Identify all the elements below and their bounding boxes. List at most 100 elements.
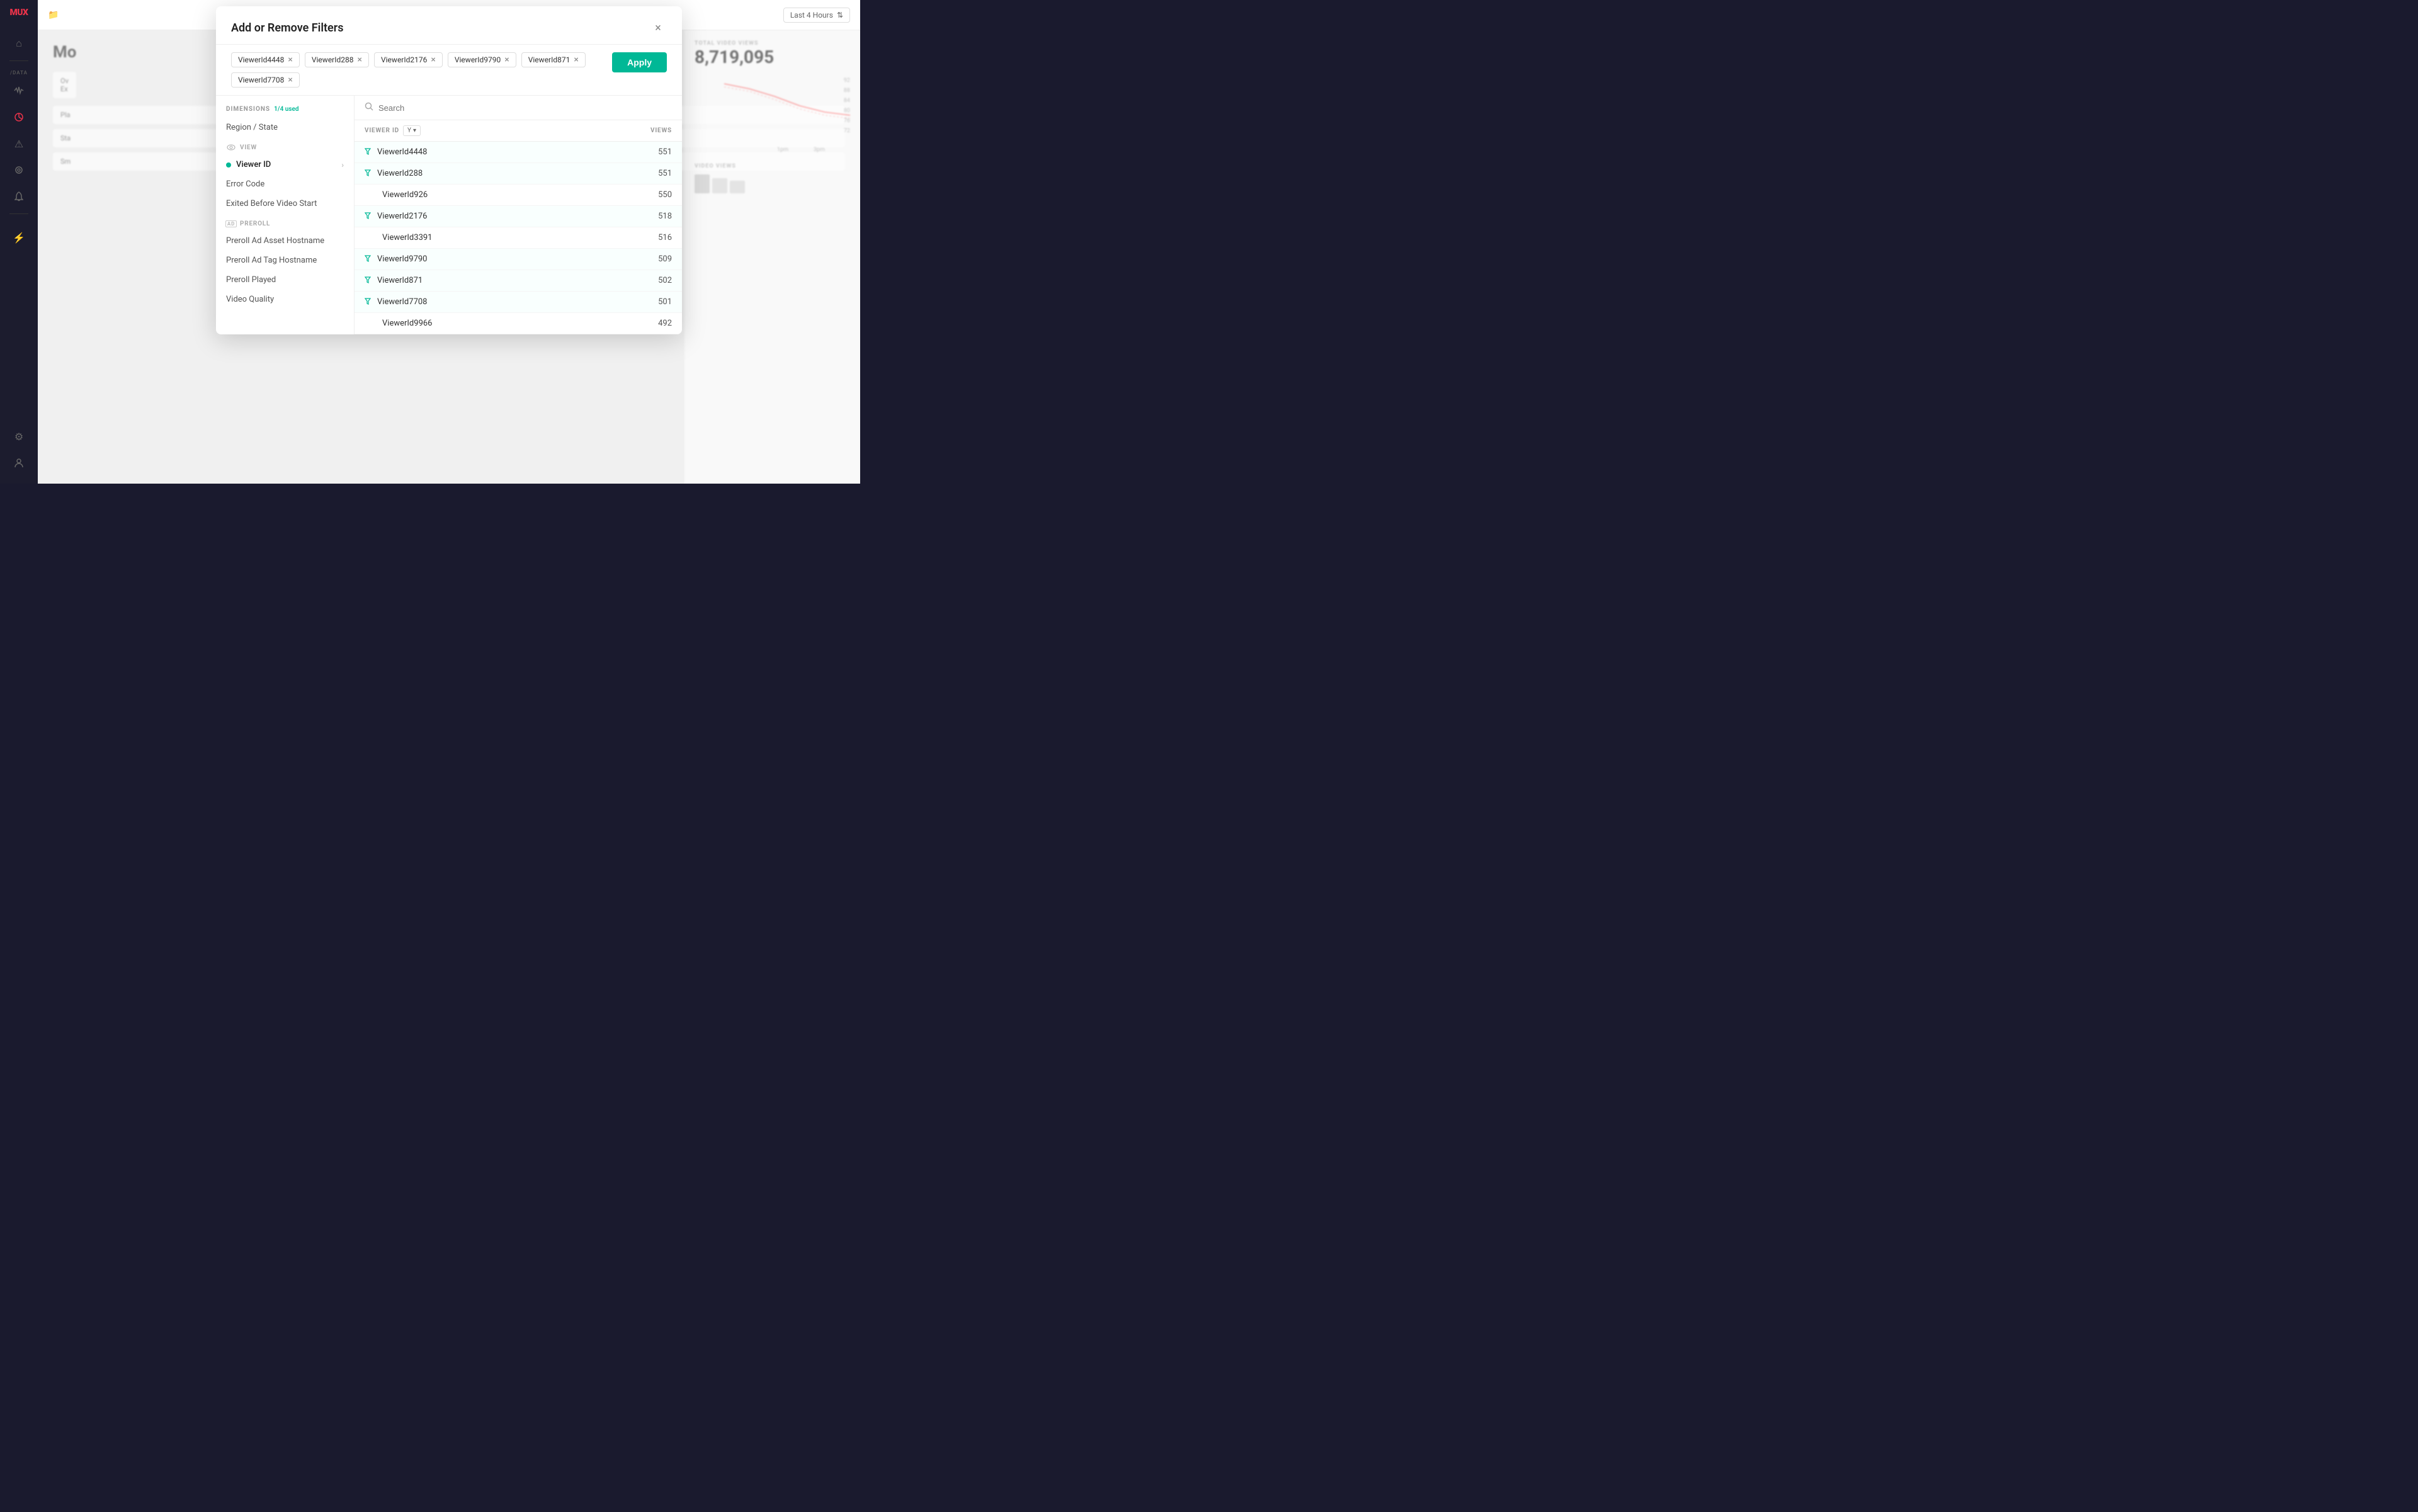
modal-close-button[interactable]: × (649, 19, 667, 37)
row-name: ViewerId871 (377, 276, 658, 285)
modal-title: Add or Remove Filters (231, 21, 343, 35)
row-views: 509 (658, 254, 672, 264)
filter-tag-4[interactable]: ViewerId9790 × (448, 52, 516, 67)
dimensions-used: 1/4 used (274, 106, 298, 113)
dim-section-preroll: AD PREROLL (216, 213, 354, 231)
filter-tag-5-remove[interactable]: × (574, 55, 578, 64)
sidebar-item-alerts[interactable]: ⚠ (8, 132, 30, 155)
row-views: 502 (658, 276, 672, 285)
sidebar-item-pulse[interactable] (8, 79, 30, 102)
sidebar-item-lightning[interactable]: ⚡ (8, 226, 30, 249)
table-row[interactable]: ViewerId2176 518 (355, 206, 682, 227)
filter-tag-2-remove[interactable]: × (358, 55, 362, 64)
filter-tag-5[interactable]: ViewerId871 × (521, 52, 586, 67)
dim-section-view: VIEW (216, 137, 354, 155)
filter-tag-1-label: ViewerId4448 (238, 55, 284, 64)
sidebar-item-home[interactable]: ⌂ (8, 32, 30, 55)
dim-item-viewer-id[interactable]: Viewer ID › (216, 155, 354, 174)
filter-tag-3[interactable]: ViewerId2176 × (374, 52, 443, 67)
modal-body: DIMENSIONS 1/4 used Region / State VIEW (216, 96, 682, 334)
filter-tag-4-label: ViewerId9790 (455, 55, 501, 64)
row-name: ViewerId7708 (377, 297, 658, 307)
dimensions-pane: DIMENSIONS 1/4 used Region / State VIEW (216, 96, 355, 334)
row-views: 550 (658, 190, 672, 200)
data-pane: VIEWER ID Y ▾ VIEWS (355, 96, 682, 334)
row-name: ViewerId288 (377, 169, 658, 178)
dim-item-video-quality-label: Video Quality (226, 295, 274, 304)
row-name: ViewerId3391 (382, 233, 658, 242)
data-table-header: VIEWER ID Y ▾ VIEWS (355, 120, 682, 142)
row-filter-icon (365, 212, 372, 221)
search-input[interactable] (378, 103, 672, 113)
dim-item-error-code-label: Error Code (226, 179, 264, 189)
dimensions-label: DIMENSIONS (226, 106, 270, 113)
row-name: ViewerId9790 (377, 254, 658, 264)
dim-item-preroll-hostname[interactable]: Preroll Ad Asset Hostname (216, 231, 354, 251)
row-filter-icon (365, 276, 372, 285)
filter-tag-3-remove[interactable]: × (431, 55, 435, 64)
filter-tag-4-remove[interactable]: × (504, 55, 509, 64)
row-name: ViewerId9966 (382, 319, 658, 328)
row-views: 551 (658, 147, 672, 157)
col-viewer-id-label: VIEWER ID (365, 127, 399, 134)
dim-item-error-code[interactable]: Error Code (216, 174, 354, 194)
row-views: 551 (658, 169, 672, 178)
sidebar-item-user[interactable] (8, 452, 30, 474)
table-row[interactable]: ViewerId9790 509 (355, 249, 682, 270)
dim-item-preroll-played-label: Preroll Played (226, 275, 276, 285)
dim-item-preroll-tag-label: Preroll Ad Tag Hostname (226, 256, 317, 265)
sidebar-item-monitor[interactable] (8, 159, 30, 181)
row-views: 516 (658, 233, 672, 242)
row-filter-icon (365, 148, 372, 157)
filter-badge[interactable]: Y ▾ (403, 125, 421, 136)
filter-tag-6-label: ViewerId7708 (238, 76, 284, 84)
filter-modal: Add or Remove Filters × ViewerId4448 × V… (216, 6, 682, 334)
dim-item-exited-before[interactable]: Exited Before Video Start (216, 194, 354, 213)
view-section-icon (226, 142, 236, 152)
dim-section-view-label: VIEW (240, 144, 257, 151)
app-logo[interactable]: MUX (9, 8, 28, 18)
filter-tag-5-label: ViewerId871 (528, 55, 570, 64)
sidebar-item-settings[interactable]: ⚙ (8, 425, 30, 448)
preroll-section-icon: AD (226, 219, 236, 229)
sidebar: MUX ⌂ /DATA ⚠ ⚡ ⚙ (0, 0, 38, 484)
table-row[interactable]: ViewerId9966 492 (355, 313, 682, 334)
dim-item-preroll-tag[interactable]: Preroll Ad Tag Hostname (216, 251, 354, 270)
modal-header: Add or Remove Filters × (216, 6, 682, 45)
table-row[interactable]: ViewerId3391 516 (355, 227, 682, 249)
row-views: 492 (658, 319, 672, 328)
row-filter-icon (365, 255, 372, 264)
dim-item-viewer-id-label: Viewer ID (236, 160, 271, 169)
filter-tag-1[interactable]: ViewerId4448 × (231, 52, 300, 67)
filter-tag-6-remove[interactable]: × (288, 76, 292, 84)
dim-item-preroll-played[interactable]: Preroll Played (216, 270, 354, 290)
dimensions-header: DIMENSIONS 1/4 used (216, 103, 354, 118)
filter-tag-6[interactable]: ViewerId7708 × (231, 72, 300, 88)
sidebar-item-analytics[interactable] (8, 106, 30, 128)
table-row[interactable]: ViewerId926 550 (355, 185, 682, 206)
sidebar-divider-1 (9, 60, 28, 61)
sidebar-divider-2 (9, 213, 28, 214)
table-row[interactable]: ViewerId7708 501 (355, 292, 682, 313)
dim-item-viewer-id-arrow: › (341, 161, 344, 169)
table-row[interactable]: ViewerId871 502 (355, 270, 682, 292)
filter-tag-2[interactable]: ViewerId288 × (305, 52, 369, 67)
modal-backdrop: Add or Remove Filters × ViewerId4448 × V… (38, 0, 860, 484)
dim-item-video-quality[interactable]: Video Quality (216, 290, 354, 309)
filter-tag-2-label: ViewerId288 (312, 55, 354, 64)
row-views: 501 (658, 297, 672, 307)
dim-item-preroll-hostname-label: Preroll Ad Asset Hostname (226, 236, 324, 246)
apply-button[interactable]: Apply (612, 52, 667, 72)
dim-item-exited-before-label: Exited Before Video Start (226, 199, 317, 208)
sidebar-item-notifications[interactable] (8, 185, 30, 208)
filter-badge-arrow: ▾ (413, 127, 416, 134)
row-name: ViewerId926 (382, 190, 658, 200)
dim-item-region[interactable]: Region / State (216, 118, 354, 137)
row-filter-icon (365, 169, 372, 178)
filter-tags-area: ViewerId4448 × ViewerId288 × ViewerId217… (216, 45, 682, 96)
filter-tag-1-remove[interactable]: × (288, 55, 292, 64)
table-row[interactable]: ViewerId4448 551 (355, 142, 682, 163)
table-row[interactable]: ViewerId288 551 (355, 163, 682, 185)
col-viewer-id-header: VIEWER ID Y ▾ (365, 125, 650, 136)
sidebar-section-data: /DATA (10, 70, 28, 76)
